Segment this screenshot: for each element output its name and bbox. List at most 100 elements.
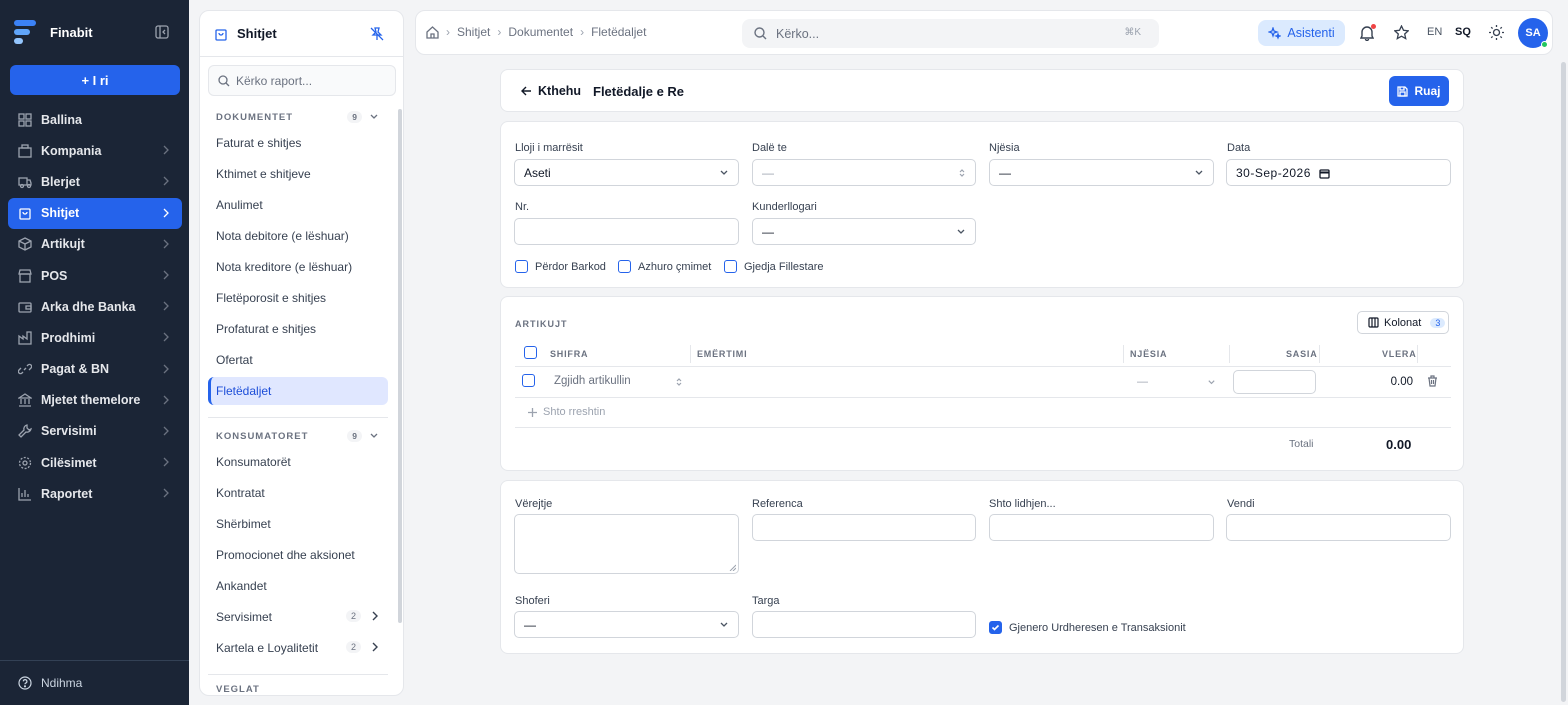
subpanel-item[interactable]: Nota debitore (e lëshuar) bbox=[208, 222, 388, 250]
receiver-type-label: Lloji i marrësit bbox=[515, 142, 583, 154]
nav-item-pagat-bn[interactable]: Pagat & BN bbox=[8, 354, 182, 385]
plate-label: Targa bbox=[752, 595, 780, 607]
page-scrollbar[interactable] bbox=[1561, 62, 1566, 702]
subpanel-item[interactable]: Kontratat bbox=[208, 479, 388, 507]
sun-icon[interactable] bbox=[1489, 25, 1504, 40]
checkbox-label: Përdor Barkod bbox=[535, 260, 606, 273]
column-header-name[interactable]: EMËRTIMI bbox=[697, 349, 747, 359]
bank-icon bbox=[18, 393, 32, 407]
place-input[interactable] bbox=[1226, 514, 1451, 541]
item-picker[interactable]: Zgjidh artikullin bbox=[547, 370, 687, 392]
reference-label: Referenca bbox=[752, 498, 803, 510]
home-icon[interactable] bbox=[426, 25, 439, 39]
section-header-dokumentet[interactable]: DOKUMENTET 9 bbox=[216, 111, 378, 123]
subpanel-item[interactable]: Nota kreditore (e lëshuar) bbox=[208, 253, 388, 281]
global-search-input[interactable]: Kërko... ⌘K bbox=[742, 19, 1159, 48]
column-header-qty[interactable]: SASIA bbox=[1286, 349, 1318, 359]
subpanel-item[interactable]: Kartela e Loyalitetit 2 bbox=[208, 634, 388, 662]
subpanel-scrollbar[interactable] bbox=[398, 109, 402, 623]
chevron-right-icon bbox=[163, 426, 169, 436]
nav-item-prodhimi[interactable]: Prodhimi bbox=[8, 322, 182, 353]
nav-item-pos[interactable]: POS bbox=[8, 260, 182, 291]
unit-select[interactable]: — bbox=[989, 159, 1214, 186]
generate-order-checkbox[interactable]: Gjenero Urdheresen e Transaksionit bbox=[989, 621, 1186, 634]
driver-select[interactable]: — bbox=[514, 611, 739, 638]
use-barcode-checkbox[interactable]: Përdor Barkod bbox=[515, 260, 606, 273]
row-checkbox[interactable] bbox=[522, 374, 535, 387]
column-divider bbox=[1123, 345, 1124, 363]
brand[interactable]: Finabit bbox=[12, 17, 93, 47]
row-unit-select[interactable]: — bbox=[1127, 370, 1225, 394]
resize-handle-icon[interactable] bbox=[729, 564, 736, 571]
date-input[interactable]: 30-Sep-2026 bbox=[1226, 159, 1451, 186]
nav-item-arka-dhe-banka[interactable]: Arka dhe Banka bbox=[8, 291, 182, 322]
nav-item-cilesimet[interactable]: Cilësimet bbox=[8, 447, 182, 478]
section-header-konsumatoret[interactable]: KONSUMATORET 9 bbox=[216, 430, 378, 442]
subpanel-title: Shitjet bbox=[237, 26, 277, 41]
chevron-right-icon bbox=[163, 239, 169, 249]
nav-item-raportet[interactable]: Raportet bbox=[8, 478, 182, 509]
subpanel-item[interactable]: Servisimet 2 bbox=[208, 603, 388, 631]
nav-item-servisimi[interactable]: Servisimi bbox=[8, 416, 182, 447]
reference-input[interactable] bbox=[752, 514, 976, 541]
subpanel-item[interactable]: Anulimet bbox=[208, 191, 388, 219]
subpanel-item[interactable]: Profaturat e shitjes bbox=[208, 315, 388, 343]
subpanel-item[interactable]: Promocionet dhe aksionet bbox=[208, 541, 388, 569]
link-input[interactable] bbox=[989, 514, 1214, 541]
subpanel-item-active[interactable]: Fletëdaljet bbox=[208, 377, 388, 405]
star-icon[interactable] bbox=[1394, 25, 1409, 40]
back-button[interactable]: Kthehu bbox=[521, 84, 581, 98]
exit-to-combobox[interactable]: — bbox=[752, 159, 976, 186]
breadcrumb-item[interactable]: Shitjet bbox=[457, 25, 490, 39]
notes-textarea[interactable] bbox=[514, 514, 739, 574]
nav-item-blerjet[interactable]: Blerjet bbox=[8, 166, 182, 197]
lang-en-button[interactable]: EN bbox=[1427, 26, 1442, 38]
table-divider bbox=[515, 397, 1451, 398]
report-search-input[interactable]: Kërko raport... bbox=[208, 65, 396, 96]
account-select[interactable]: — bbox=[752, 218, 976, 245]
nav-item-artikujt[interactable]: Artikujt bbox=[8, 229, 182, 260]
select-all-checkbox[interactable] bbox=[524, 346, 537, 359]
nav-item-ballina[interactable]: Ballina bbox=[8, 104, 182, 135]
subpanel-item[interactable]: Konsumatorët bbox=[208, 448, 388, 476]
wallet-icon bbox=[18, 302, 32, 313]
gear-icon bbox=[18, 456, 32, 469]
nav-item-kompania[interactable]: Kompania bbox=[8, 135, 182, 166]
new-button[interactable]: + I ri bbox=[10, 65, 180, 95]
nav-item-shitjet[interactable]: Shitjet bbox=[8, 197, 182, 229]
nr-input[interactable] bbox=[514, 218, 739, 245]
calendar-icon[interactable] bbox=[1319, 168, 1330, 179]
trash-icon[interactable] bbox=[1427, 375, 1438, 387]
row-qty-input[interactable] bbox=[1233, 370, 1316, 394]
column-header-code[interactable]: SHIFRA bbox=[550, 349, 588, 359]
subpanel-item[interactable]: Kthimet e shitjeve bbox=[208, 160, 388, 188]
columns-button[interactable]: Kolonat 3 bbox=[1357, 311, 1449, 334]
section-header-veglat[interactable]: VEGLAT bbox=[216, 684, 378, 695]
subpanel-item[interactable]: Faturat e shitjes bbox=[208, 129, 388, 157]
breadcrumb-item[interactable]: Dokumentet bbox=[508, 25, 573, 39]
initial-state-checkbox[interactable]: Gjedja Fillestare bbox=[724, 260, 823, 273]
sidebar-collapse-icon[interactable] bbox=[155, 25, 169, 39]
update-prices-checkbox[interactable]: Azhuro çmimet bbox=[618, 260, 711, 273]
subpanel-item[interactable]: Fletëporosit e shitjes bbox=[208, 284, 388, 312]
subpanel-item[interactable]: Ankandet bbox=[208, 572, 388, 600]
unpin-icon[interactable] bbox=[370, 27, 384, 41]
nav-item-mjetet-themelore[interactable]: Mjetet themelore bbox=[8, 385, 182, 416]
shopping-bag-icon bbox=[19, 208, 31, 220]
save-button[interactable]: Ruaj bbox=[1389, 76, 1449, 106]
lang-sq-button[interactable]: SQ bbox=[1455, 26, 1471, 38]
subpanel-item[interactable]: Ofertat bbox=[208, 346, 388, 374]
chevron-down-icon bbox=[370, 433, 378, 438]
total-value: 0.00 bbox=[1386, 437, 1412, 452]
subpanel-item-label: Kontratat bbox=[216, 486, 265, 500]
receiver-type-select[interactable]: Aseti bbox=[514, 159, 739, 186]
column-header-unit[interactable]: NJËSIA bbox=[1130, 349, 1167, 359]
assistant-button[interactable]: Asistenti bbox=[1258, 20, 1345, 46]
add-row-button[interactable]: Shto rreshtin bbox=[528, 406, 605, 418]
section-title: KONSUMATORET bbox=[216, 430, 309, 442]
subpanel-item-label: Nota debitore (e lëshuar) bbox=[216, 229, 349, 243]
plate-input[interactable] bbox=[752, 611, 976, 638]
column-header-value[interactable]: VLERA bbox=[1382, 349, 1417, 359]
help-link[interactable]: Ndihma bbox=[0, 660, 189, 690]
subpanel-item[interactable]: Shërbimet bbox=[208, 510, 388, 538]
